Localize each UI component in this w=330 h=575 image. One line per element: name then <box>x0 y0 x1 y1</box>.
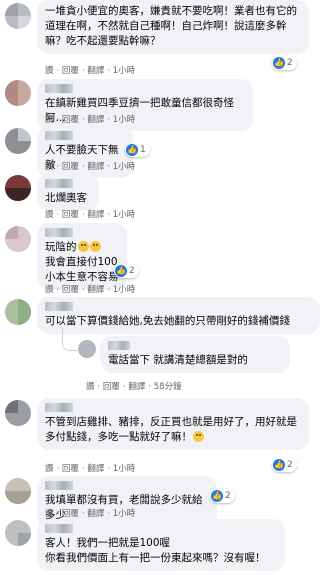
like-icon: 👍 <box>115 265 127 277</box>
comment-text-line: 我會直接付100 <box>45 256 118 268</box>
comment-text: 不管到店雞排、豬排，反正買也就是用好了，用好就是多付點錢，多吃一點就好了嘛！ <box>45 416 297 443</box>
author-name[interactable] <box>45 403 73 412</box>
comment-bubble: 可以當下算價錢給她,免去她翻的只帶剛好的錢補價錢 <box>37 297 320 334</box>
reply-link[interactable]: 回覆 <box>62 162 79 172</box>
translate-link[interactable]: 翻譯 <box>87 509 104 519</box>
smile-emoji-icon <box>77 241 89 252</box>
timestamp: 1小時 <box>112 66 136 76</box>
comment-actions: 讚 · 回覆 · 翻譯 · 1小時 <box>45 464 136 474</box>
avatar[interactable] <box>5 226 31 252</box>
like-icon: 👍 <box>126 144 138 156</box>
translate-link[interactable]: 翻譯 <box>87 285 104 295</box>
reaction-count-value: 1 <box>140 145 146 155</box>
reply-link[interactable]: 回覆 <box>62 509 79 519</box>
author-name[interactable] <box>45 302 73 311</box>
avatar[interactable] <box>5 80 31 106</box>
avatar[interactable] <box>5 128 31 154</box>
like-link[interactable]: 讚 <box>45 115 54 125</box>
comment-actions: 讚 · 回覆 · 翻譯 · 1小時 <box>45 285 136 295</box>
avatar[interactable] <box>5 400 31 426</box>
like-icon: 👍 <box>211 490 223 502</box>
translate-link[interactable]: 翻譯 <box>87 66 104 76</box>
smile-emoji-icon <box>89 241 101 252</box>
comment-text: 一堆貪小便宜的奧客，嫌貴就不要吃啊！業者也有它的道理在啊，不然就自己種啊！自己炸… <box>45 5 297 47</box>
avatar[interactable] <box>78 340 96 358</box>
comment-bubble: 北爛奧客 <box>37 174 99 211</box>
author-name[interactable] <box>45 131 73 140</box>
reaction-count-value: 2 <box>287 460 293 470</box>
comment-actions: 讚 · 回覆 · 翻譯 · 1小時 <box>45 162 136 172</box>
reaction-count-value: 2 <box>225 491 231 501</box>
reply-thread-line <box>62 328 77 351</box>
comment-bubble: 玩陰的 我會直接付100 小本生意不容易 <box>37 223 127 290</box>
author-name[interactable] <box>45 84 73 93</box>
comment-text: 客人！我們一把就是100喔 你看我們價面上有一把一份東起來嗎？沒有喔！ <box>45 537 266 564</box>
comment-text-line: 玩陰的 <box>45 240 119 255</box>
timestamp: 1小時 <box>112 509 136 519</box>
reply-link[interactable]: 回覆 <box>103 382 120 392</box>
author-name[interactable] <box>45 228 73 237</box>
comment-text: 北爛奧客 <box>45 192 87 204</box>
reaction-count[interactable]: 👍 1 <box>125 143 150 157</box>
like-link[interactable]: 讚 <box>45 66 54 76</box>
comment-actions: 讚 · 回覆 · 翻譯 · 1小時 <box>45 115 136 125</box>
author-name[interactable] <box>45 524 73 533</box>
avatar[interactable] <box>5 3 31 29</box>
translate-link[interactable]: 翻譯 <box>128 382 145 392</box>
reaction-count[interactable]: 👍 2 <box>272 458 297 472</box>
comment-bubble: 電話當下 就講清楚總額是對的 <box>100 336 290 373</box>
comment-actions: 讚 · 回覆 · 翻譯 · 1小時 <box>45 210 136 220</box>
reply-link[interactable]: 回覆 <box>62 285 79 295</box>
translate-link[interactable]: 翻譯 <box>87 115 104 125</box>
author-name[interactable] <box>45 179 73 188</box>
like-link[interactable]: 讚 <box>45 162 54 172</box>
comment-text: 可以當下算價錢給她,免去她翻的只帶剛好的錢補價錢 <box>45 315 290 327</box>
avatar[interactable] <box>5 299 31 325</box>
like-link[interactable]: 讚 <box>45 285 54 295</box>
comment-bubble: 客人！我們一把就是100喔 你看我們價面上有一把一份東起來嗎？沒有喔！ <box>37 519 285 571</box>
reaction-count[interactable]: 👍 2 <box>210 489 235 503</box>
timestamp: 58分鐘 <box>153 382 182 392</box>
comment-bubble: 不管到店雞排、豬排，反正買也就是用好了，用好就是多付點錢，多吃一點就好了嘛！ <box>37 398 309 450</box>
avatar[interactable] <box>5 520 31 546</box>
timestamp: 1小時 <box>112 464 136 474</box>
comment-bubble: 一堆貪小便宜的奧客，嫌貴就不要吃啊！業者也有它的道理在啊，不然就自己種啊！自己炸… <box>37 0 309 54</box>
translate-link[interactable]: 翻譯 <box>87 464 104 474</box>
like-link[interactable]: 讚 <box>86 382 95 392</box>
comment-actions: 讚 · 回覆 · 翻譯 · 58分鐘 <box>86 382 182 392</box>
comment-actions: 讚 · 回覆 · 翻譯 · 1小時 <box>45 66 136 76</box>
timestamp: 1小時 <box>112 210 136 220</box>
timestamp: 1小時 <box>112 162 136 172</box>
author-name[interactable] <box>45 481 73 490</box>
comment-text: 電話當下 就講清楚總額是對的 <box>108 354 248 366</box>
like-icon: 👍 <box>273 57 285 69</box>
reaction-count[interactable]: 👍 2 <box>114 264 139 278</box>
avatar[interactable] <box>5 478 31 504</box>
reaction-count-value: 2 <box>129 266 135 276</box>
reaction-count[interactable]: 👍 2 <box>272 56 297 70</box>
translate-link[interactable]: 翻譯 <box>87 162 104 172</box>
author-name[interactable] <box>108 341 130 350</box>
reply-link[interactable]: 回覆 <box>62 115 79 125</box>
reaction-count-value: 2 <box>287 58 293 68</box>
like-icon: 👍 <box>273 459 285 471</box>
smile-emoji-icon <box>193 431 204 442</box>
reply-link[interactable]: 回覆 <box>62 464 79 474</box>
like-link[interactable]: 讚 <box>45 464 54 474</box>
timestamp: 1小時 <box>112 115 136 125</box>
like-link[interactable]: 讚 <box>45 210 54 220</box>
translate-link[interactable]: 翻譯 <box>87 210 104 220</box>
reply-link[interactable]: 回覆 <box>62 210 79 220</box>
reply-link[interactable]: 回覆 <box>62 66 79 76</box>
avatar[interactable] <box>5 175 31 201</box>
comment-actions: 讚 · 回覆 · 翻譯 · 1小時 <box>45 509 136 519</box>
timestamp: 1小時 <box>112 285 136 295</box>
like-link[interactable]: 讚 <box>45 509 54 519</box>
